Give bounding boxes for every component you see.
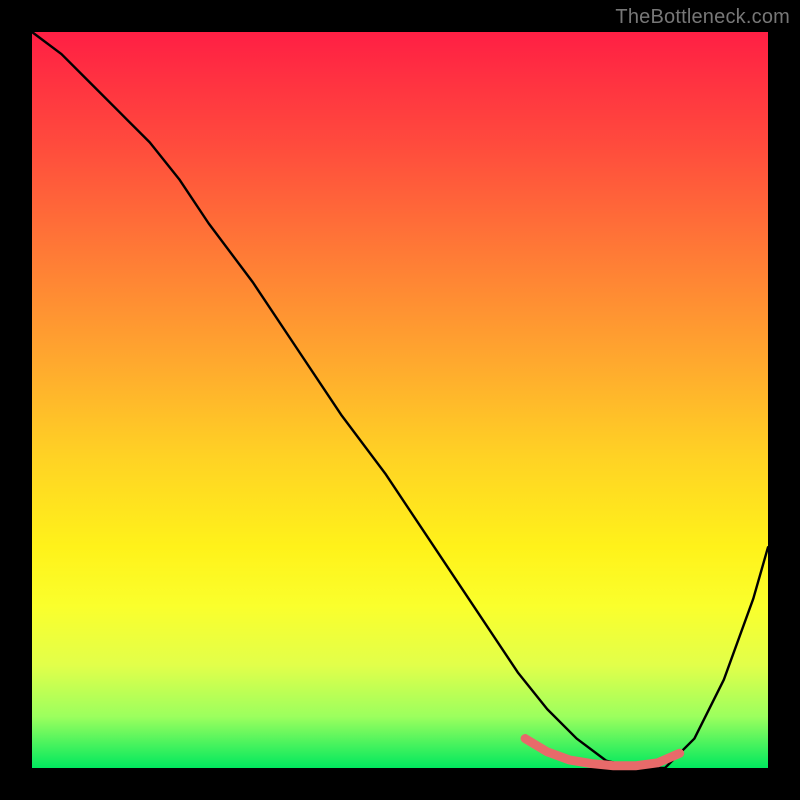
plot-area bbox=[32, 32, 768, 768]
optimal-region-curve bbox=[525, 739, 680, 766]
bottleneck-curve bbox=[32, 32, 768, 768]
watermark-label: TheBottleneck.com bbox=[615, 6, 790, 29]
chart-svg bbox=[32, 32, 768, 768]
chart-frame: TheBottleneck.com bbox=[0, 0, 800, 800]
